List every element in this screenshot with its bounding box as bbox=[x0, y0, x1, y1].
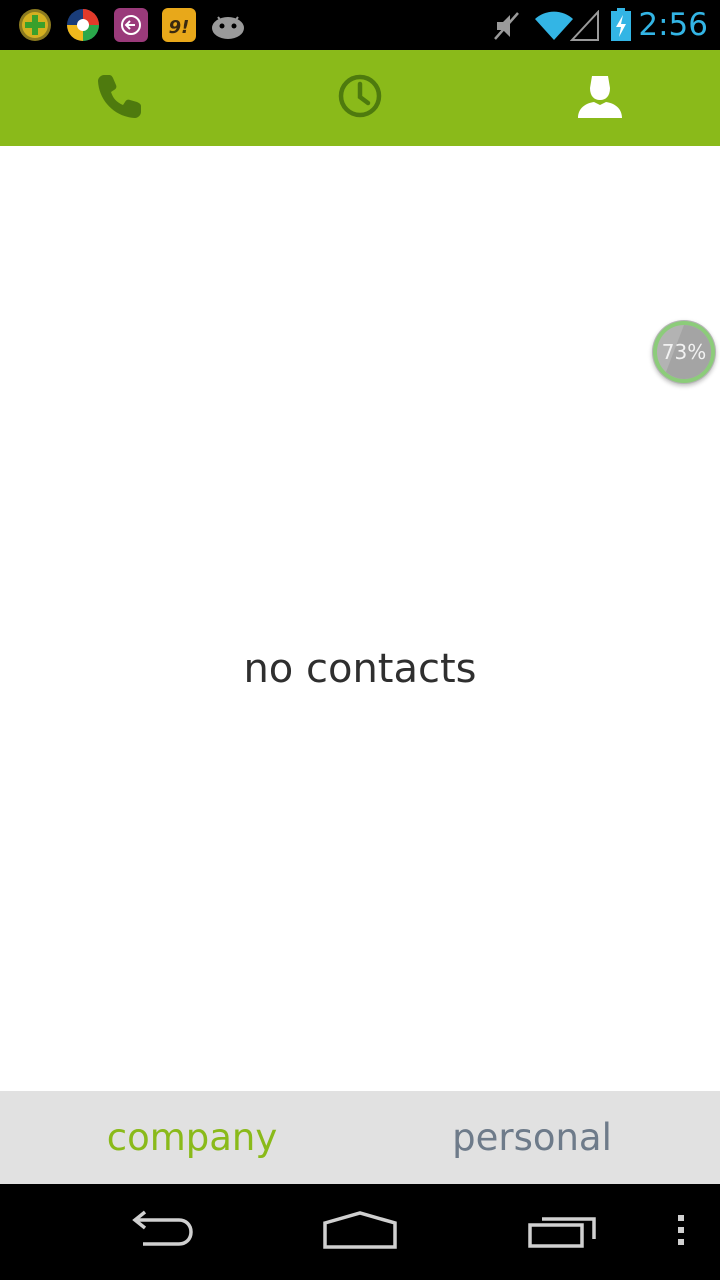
recent-apps-icon bbox=[527, 1211, 597, 1253]
empty-contacts-message: no contacts bbox=[243, 646, 477, 692]
svg-text:9!: 9! bbox=[169, 17, 190, 38]
colorful-ball-app-icon bbox=[66, 8, 100, 42]
phone-icon bbox=[95, 71, 145, 125]
back-button[interactable] bbox=[100, 1184, 220, 1280]
clock-icon bbox=[336, 72, 384, 124]
navigation-bar bbox=[0, 1184, 720, 1280]
segment-bar: company personal bbox=[0, 1091, 720, 1184]
status-bar: 9! 2:56 bbox=[0, 0, 720, 50]
floating-percentage-badge[interactable]: 73% bbox=[652, 320, 716, 384]
add-app-icon bbox=[18, 8, 52, 42]
person-icon bbox=[576, 72, 624, 124]
yellow-app-icon: 9! bbox=[162, 8, 196, 42]
tab-phone[interactable] bbox=[0, 50, 240, 146]
back-icon bbox=[125, 1210, 195, 1254]
segment-company[interactable]: company bbox=[12, 1091, 372, 1184]
wifi-icon bbox=[534, 10, 574, 46]
overflow-menu-button[interactable] bbox=[660, 1184, 702, 1280]
battery-charging-icon bbox=[610, 8, 632, 46]
top-tab-bar bbox=[0, 50, 720, 146]
floating-badge-label: 73% bbox=[661, 340, 707, 364]
tab-contacts[interactable] bbox=[480, 50, 720, 146]
home-button[interactable] bbox=[300, 1184, 420, 1280]
android-robot-icon bbox=[210, 8, 244, 42]
segment-personal[interactable]: personal bbox=[352, 1091, 712, 1184]
home-icon bbox=[322, 1210, 398, 1254]
signal-icon bbox=[569, 9, 600, 46]
recent-apps-button[interactable] bbox=[502, 1184, 622, 1280]
overflow-menu-icon bbox=[677, 1214, 685, 1250]
muted-speaker-icon bbox=[492, 10, 522, 46]
contacts-list-area[interactable]: no contacts bbox=[0, 146, 720, 1091]
tab-recents[interactable] bbox=[240, 50, 480, 146]
status-clock: 2:56 bbox=[638, 7, 708, 43]
back-circle-app-icon bbox=[114, 8, 148, 42]
